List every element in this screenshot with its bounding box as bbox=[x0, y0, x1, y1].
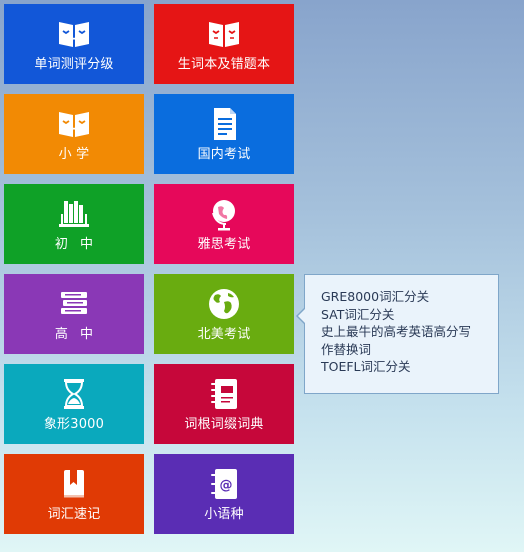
tile-vocab-quick-memory[interactable]: 词汇速记 bbox=[4, 454, 144, 534]
open-book-icon bbox=[59, 22, 89, 47]
book-stack-icon bbox=[61, 292, 87, 314]
submenu-item-gaokao-writing-line1[interactable]: 史上最牛的高考英语高分写 bbox=[321, 323, 498, 341]
tile-primary-school[interactable]: 小 学 bbox=[4, 94, 144, 174]
submenu-item-toefl[interactable]: TOEFL词汇分关 bbox=[321, 358, 498, 376]
tile-domestic-exams[interactable]: 国内考试 bbox=[154, 94, 294, 174]
submenu-item-gaokao-writing-line2[interactable]: 作替换词 bbox=[321, 341, 498, 359]
globe-stand-icon bbox=[212, 200, 235, 231]
tile-label: 国内考试 bbox=[197, 147, 251, 162]
svg-text:@: @ bbox=[220, 478, 233, 493]
open-book-icon bbox=[209, 22, 239, 47]
bookshelf-icon bbox=[59, 201, 89, 227]
popup-arrow-fill bbox=[298, 308, 306, 324]
tile-word-assessment[interactable]: 单词测评分级 bbox=[4, 4, 144, 84]
globe-icon bbox=[209, 289, 239, 319]
tile-label: 初 中 bbox=[54, 237, 98, 252]
tile-label: 北美考试 bbox=[197, 327, 251, 342]
tile-vocab-and-error-book[interactable]: 生词本及错题本 bbox=[154, 4, 294, 84]
submenu-item-sat[interactable]: SAT词汇分关 bbox=[321, 306, 498, 324]
open-book-icon bbox=[59, 112, 89, 137]
tile-pictograph-3000[interactable]: 象形3000 bbox=[4, 364, 144, 444]
document-icon bbox=[214, 108, 236, 140]
submenu-item-gre8000[interactable]: GRE8000词汇分关 bbox=[321, 288, 498, 306]
notebook-icon bbox=[211, 379, 237, 409]
address-book-icon: @ bbox=[211, 469, 237, 499]
tile-label: 词汇速记 bbox=[47, 507, 101, 522]
tile-label: 小 学 bbox=[58, 147, 90, 162]
tile-label: 高 中 bbox=[54, 327, 98, 342]
tile-north-america-exams[interactable]: 北美考试 bbox=[154, 274, 294, 354]
hourglass-icon bbox=[64, 379, 84, 409]
tile-label: 生词本及错题本 bbox=[177, 57, 271, 72]
tile-root-affix-dictionary[interactable]: 词根词缀词典 bbox=[154, 364, 294, 444]
category-tile-grid: 单词测评分级 生词本及错题本 小 学 国内考试 初 中 雅思考试 高 中 北美考… bbox=[4, 4, 294, 534]
tile-label: 词根词缀词典 bbox=[184, 417, 264, 432]
tile-label: 单词测评分级 bbox=[34, 57, 114, 72]
north-america-exams-submenu: GRE8000词汇分关 SAT词汇分关 史上最牛的高考英语高分写 作替换词 TO… bbox=[296, 274, 499, 394]
tile-junior-high[interactable]: 初 中 bbox=[4, 184, 144, 264]
tile-label: 象形3000 bbox=[43, 417, 105, 432]
tile-senior-high[interactable]: 高 中 bbox=[4, 274, 144, 354]
bookmark-book-icon bbox=[64, 470, 84, 498]
tile-ielts[interactable]: 雅思考试 bbox=[154, 184, 294, 264]
tile-minor-languages[interactable]: @ 小语种 bbox=[154, 454, 294, 534]
tile-label: 小语种 bbox=[204, 507, 244, 522]
tile-label: 雅思考试 bbox=[197, 237, 251, 252]
